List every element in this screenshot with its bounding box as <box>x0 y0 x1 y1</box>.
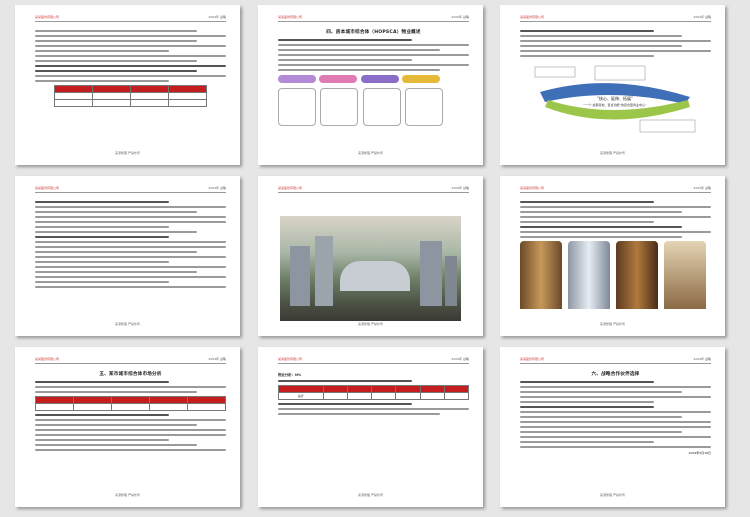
header-logo: 某某股份有限公司 <box>278 15 303 19</box>
table-row-label: 总计 <box>278 392 324 400</box>
header-logo: 某某股份有限公司 <box>35 15 60 19</box>
page-header: 某某股份有限公司 2009年 战略 <box>35 184 226 193</box>
header-logo: 某某股份有限公司 <box>35 357 60 361</box>
box-row <box>278 88 469 126</box>
page-header: 某某股份有限公司 2009年 战略 <box>520 184 711 193</box>
page-title: 四、房本城市综合体（HOPSCA）物业概述 <box>326 30 421 35</box>
page-9: 某某股份有限公司 2009年 战略 六、战略合作伙伴选择 2009年5月18日 … <box>500 347 725 507</box>
page-header: 某某股份有限公司 2009年 战略 <box>278 184 469 193</box>
page-6: 某某股份有限公司 2009年 战略 来源整理 严禁外传 <box>500 176 725 336</box>
page-footer: 来源整理 严禁外传 <box>358 322 383 326</box>
strategy-diagram: “核心、延伸、拓展” “一个“总部基地、复合功能”的复合型商业中心” <box>534 65 696 133</box>
city-rendering-image <box>280 216 461 321</box>
pill-1 <box>278 75 316 83</box>
diagram-center-text: “核心、延伸、拓展” <box>597 95 633 101</box>
page-title: 五、某市城市综合体市场分析 <box>99 372 162 377</box>
page-header: 某某股份有限公司 2009年 战略 <box>278 13 469 22</box>
pill-3 <box>360 75 399 83</box>
pill-4 <box>401 75 440 83</box>
page-title: 六、战略合作伙伴选择 <box>591 372 640 377</box>
page-body: 物业分析：N% 总计 <box>278 369 470 485</box>
diagram-mid-text: “一个“总部基地、复合功能”的复合型商业中心” <box>583 102 647 107</box>
page-body: 六、战略合作伙伴选择 2009年5月18日 <box>520 369 711 485</box>
pill-2 <box>319 75 358 83</box>
page-1: 某某股份有限公司 2009年 战略 来源整理 严禁外传 <box>15 5 240 165</box>
page-5: 某某股份有限公司 2009年 战略 来源整理 严禁外传 <box>258 176 483 336</box>
data-table: 总计 <box>278 385 470 400</box>
building-photos <box>520 241 711 311</box>
page-footer: 来源整理 严禁外传 <box>115 151 140 155</box>
page-body: “核心、延伸、拓展” “一个“总部基地、复合功能”的复合型商业中心” <box>520 27 711 143</box>
header-right: 2009年 战略 <box>451 15 469 19</box>
pill-row <box>278 75 469 84</box>
header-logo: 某某股份有限公司 <box>520 357 545 361</box>
signature-date: 2009年5月18日 <box>688 451 711 455</box>
header-right: 2009年 战略 <box>451 357 469 361</box>
data-table <box>35 396 226 411</box>
page-footer: 来源整理 严禁外传 <box>358 151 383 155</box>
header-right: 2009年 战略 <box>451 186 469 190</box>
page-footer: 来源整理 严禁外传 <box>115 322 140 326</box>
page-2: 某某股份有限公司 2009年 战略 四、房本城市综合体（HOPSCA）物业概述 … <box>258 5 483 165</box>
data-table <box>54 85 207 107</box>
page-header: 某某股份有限公司 2009年 战略 <box>278 355 469 364</box>
page-footer: 来源整理 严禁外传 <box>600 493 625 497</box>
header-right: 2009年 战略 <box>693 186 711 190</box>
page-header: 某某股份有限公司 2009年 战略 <box>520 13 711 22</box>
page-header: 某某股份有限公司 2009年 战略 <box>35 355 226 364</box>
page-body <box>35 27 226 143</box>
page-header: 某某股份有限公司 2009年 战略 <box>520 355 711 364</box>
header-right: 2009年 战略 <box>693 357 711 361</box>
page-footer: 来源整理 严禁外传 <box>600 151 625 155</box>
page-body <box>520 198 711 314</box>
page-body: 五、某市城市综合体市场分析 <box>35 369 226 485</box>
header-right: 2009年 战略 <box>208 186 226 190</box>
header-logo: 某某股份有限公司 <box>35 186 60 190</box>
page-4: 某某股份有限公司 2009年 战略 来源整理 严禁外传 <box>15 176 240 336</box>
header-right: 2009年 战略 <box>208 15 226 19</box>
page-body <box>35 198 226 314</box>
page-header: 某某股份有限公司 2009年 战略 <box>35 13 226 22</box>
page-8: 某某股份有限公司 2009年 战略 物业分析：N% 总计 来源整理 严禁外传 <box>258 347 483 507</box>
header-right: 2009年 战略 <box>208 357 226 361</box>
page-7: 某某股份有限公司 2009年 战略 五、某市城市综合体市场分析 来源整理 严禁外… <box>15 347 240 507</box>
page-body: 四、房本城市综合体（HOPSCA）物业概述 <box>278 27 469 143</box>
page-3: 某某股份有限公司 2009年 战略 “核心、延伸、拓展” “一个“总部基地、复合… <box>500 5 725 165</box>
header-logo: 某某股份有限公司 <box>520 186 545 190</box>
header-logo: 某某股份有限公司 <box>520 15 545 19</box>
page-footer: 来源整理 严禁外传 <box>115 493 140 497</box>
header-logo: 某某股份有限公司 <box>278 186 303 190</box>
page-footer: 来源整理 严禁外传 <box>358 493 383 497</box>
page-footer: 来源整理 严禁外传 <box>600 322 625 326</box>
section-label: 物业分析：N% <box>278 373 302 377</box>
header-logo: 某某股份有限公司 <box>278 357 303 361</box>
header-right: 2009年 战略 <box>693 15 711 19</box>
